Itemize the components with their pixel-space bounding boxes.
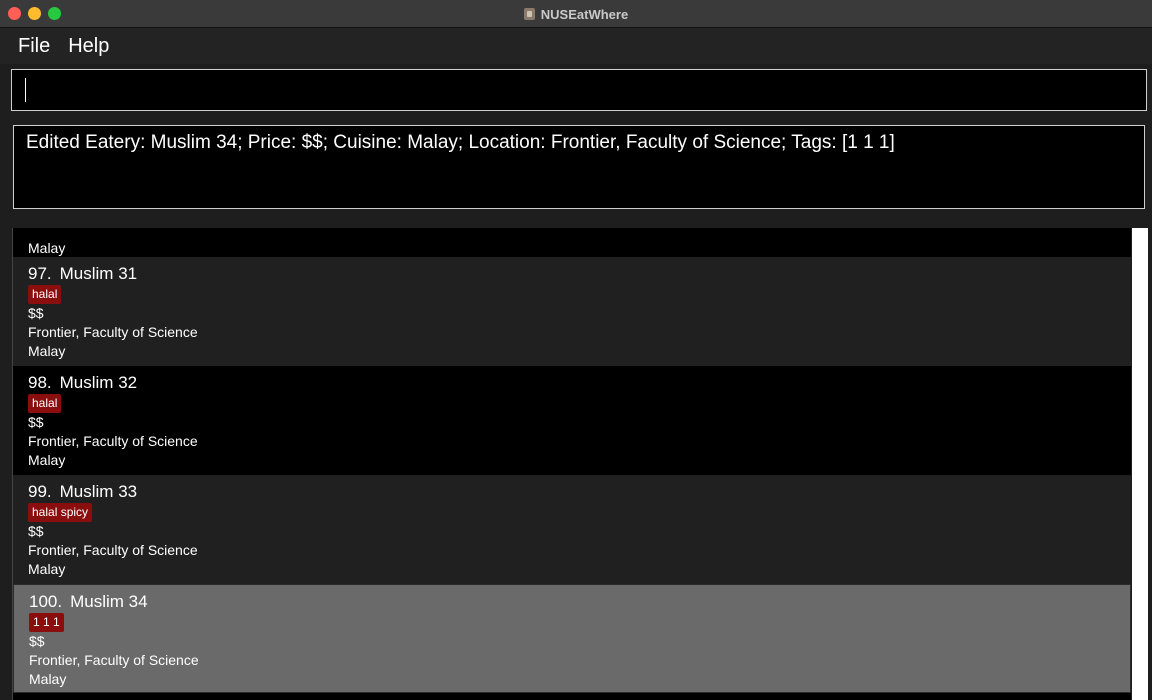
list-scrollbar[interactable] xyxy=(1132,228,1148,700)
tag-badge: halal xyxy=(28,285,62,304)
eatery-cuisine: Malay xyxy=(28,240,66,256)
tag-badge: halal xyxy=(28,394,62,413)
command-input[interactable] xyxy=(11,69,1147,111)
tag-list: 1 1 1 xyxy=(29,613,1115,632)
tag-list: halal spicy xyxy=(28,503,1116,522)
eatery-price: $$ xyxy=(28,305,44,321)
eatery-cuisine: Malay xyxy=(29,671,67,687)
eatery-card[interactable]: 97. Muslim 31 halal $$ Frontier, Faculty … xyxy=(13,257,1131,366)
eatery-card-partial[interactable]: Malay xyxy=(13,228,1131,257)
eatery-card-selected[interactable]: 100. Muslim 34 1 1 1 $$ Frontier, Faculty… xyxy=(13,584,1131,693)
eatery-name: Muslim 32 xyxy=(59,373,138,392)
eatery-title: 99. Muslim 33 xyxy=(28,481,1116,502)
eatery-card[interactable]: 99. Muslim 33 halal spicy $$ Frontier, Fa… xyxy=(13,475,1131,584)
menu-bar: File Help xyxy=(0,28,1152,64)
eatery-title: 98. Muslim 32 xyxy=(28,372,1116,393)
eatery-location: Frontier, Faculty of Science xyxy=(29,652,199,668)
tag-badge: halal spicy xyxy=(28,503,93,522)
eatery-index: 100. xyxy=(29,592,63,611)
result-display: Edited Eatery: Muslim 34; Price: $$; Cui… xyxy=(13,125,1145,209)
eatery-card[interactable]: 98. Muslim 32 halal $$ Frontier, Faculty … xyxy=(13,366,1131,475)
menu-help[interactable]: Help xyxy=(59,35,118,58)
window-title: NUSEatWhere xyxy=(540,6,629,22)
eatery-index: 97. xyxy=(28,264,52,283)
eatery-cuisine: Malay xyxy=(28,561,66,577)
eatery-location: Frontier, Faculty of Science xyxy=(28,324,198,340)
tag-badge: 1 1 1 xyxy=(29,613,64,632)
eatery-location: Frontier, Faculty of Science xyxy=(28,433,198,449)
text-caret xyxy=(25,78,26,102)
eatery-name: Muslim 31 xyxy=(59,264,138,283)
eatery-title: 97. Muslim 31 xyxy=(28,263,1116,284)
eatery-cuisine: Malay xyxy=(28,452,66,468)
eatery-title: 100. Muslim 34 xyxy=(29,591,1115,612)
eatery-price: $$ xyxy=(28,523,44,539)
eatery-name: Muslim 33 xyxy=(59,482,138,501)
eatery-price: $$ xyxy=(28,414,44,430)
tag-list: halal xyxy=(28,285,1116,304)
app-icon xyxy=(523,8,535,20)
eatery-index: 98. xyxy=(28,373,52,392)
title-bar: NUSEatWhere xyxy=(0,0,1152,28)
eatery-cuisine: Malay xyxy=(28,343,66,359)
eatery-name: Muslim 34 xyxy=(70,592,148,611)
eatery-index: 99. xyxy=(28,482,52,501)
menu-file[interactable]: File xyxy=(9,35,59,58)
eatery-list-content: Malay 97. Muslim 31 halal $$ Frontier, Fa… xyxy=(13,228,1131,700)
eatery-card-partial-bottom[interactable] xyxy=(13,693,1131,700)
eatery-price: $$ xyxy=(29,633,45,649)
result-text: Edited Eatery: Muslim 34; Price: $$; Cui… xyxy=(26,132,895,153)
eatery-list[interactable]: Malay 97. Muslim 31 halal $$ Frontier, Fa… xyxy=(12,228,1148,700)
window-title-group: NUSEatWhere xyxy=(0,0,1152,28)
tag-list: halal xyxy=(28,394,1116,413)
eatery-location: Frontier, Faculty of Science xyxy=(28,542,198,558)
